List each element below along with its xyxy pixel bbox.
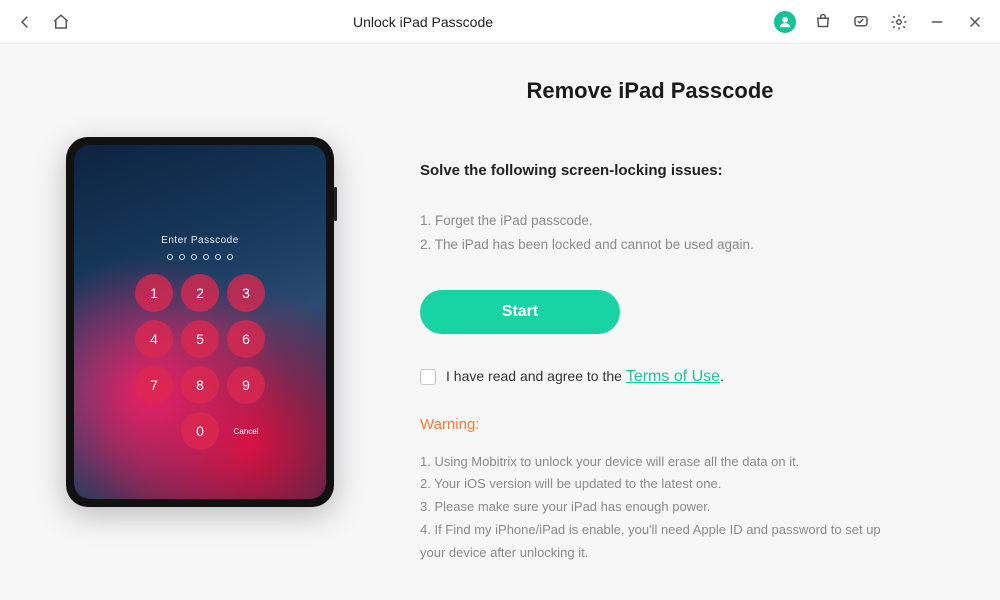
agree-suffix: . <box>720 368 724 384</box>
ipad-frame: Enter Passcode 1 2 3 4 5 6 7 8 9 0 Cance… <box>66 137 334 507</box>
warning-label: Warning: <box>420 416 940 433</box>
warnings-list: 1. Using Mobitrix to unlock your device … <box>420 451 900 565</box>
keypad-key: 4 <box>135 320 173 358</box>
warning-item: 4. If Find my iPhone/iPad is enable, you… <box>420 519 900 565</box>
page-subheading: Solve the following screen-locking issue… <box>420 162 940 179</box>
agree-row: I have read and agree to the Terms of Us… <box>420 368 940 386</box>
issues-list: 1. Forget the iPad passcode. 2. The iPad… <box>420 209 940 258</box>
ipad-side-button <box>334 187 337 221</box>
window-title: Unlock iPad Passcode <box>72 14 774 30</box>
warning-item: 2. Your iOS version will be updated to t… <box>420 473 900 496</box>
keypad-key: 8 <box>181 366 219 404</box>
ipad-screen: Enter Passcode 1 2 3 4 5 6 7 8 9 0 Cance… <box>74 145 326 499</box>
keypad: 1 2 3 4 5 6 7 8 9 0 Cancel <box>135 274 265 450</box>
agree-text: I have read and agree to the Terms of Us… <box>446 368 724 386</box>
back-button[interactable] <box>14 11 36 33</box>
page-heading: Remove iPad Passcode <box>360 78 940 104</box>
keypad-key: 3 <box>227 274 265 312</box>
keypad-key: 7 <box>135 366 173 404</box>
settings-icon[interactable] <box>888 11 910 33</box>
minimize-button[interactable] <box>926 11 948 33</box>
start-button[interactable]: Start <box>420 290 620 334</box>
agree-prefix: I have read and agree to the <box>446 368 626 384</box>
cart-icon[interactable] <box>812 11 834 33</box>
agree-checkbox[interactable] <box>420 369 436 385</box>
keypad-spacer <box>135 412 173 450</box>
enter-passcode-label: Enter Passcode <box>161 235 239 246</box>
titlebar: Unlock iPad Passcode <box>0 0 1000 44</box>
keypad-key: 1 <box>135 274 173 312</box>
feedback-icon[interactable] <box>850 11 872 33</box>
keypad-key: 9 <box>227 366 265 404</box>
close-button[interactable] <box>964 11 986 33</box>
warning-item: 3. Please make sure your iPad has enough… <box>420 496 900 519</box>
keypad-key: 0 <box>181 412 219 450</box>
issue-item: 1. Forget the iPad passcode. <box>420 209 940 233</box>
passcode-dots <box>167 254 233 260</box>
account-icon[interactable] <box>774 11 796 33</box>
keypad-key: 2 <box>181 274 219 312</box>
issue-item: 2. The iPad has been locked and cannot b… <box>420 233 940 257</box>
keypad-cancel: Cancel <box>227 412 265 450</box>
main-content: Enter Passcode 1 2 3 4 5 6 7 8 9 0 Cance… <box>0 44 1000 600</box>
terms-link[interactable]: Terms of Use <box>626 368 720 385</box>
home-button[interactable] <box>50 11 72 33</box>
keypad-key: 5 <box>181 320 219 358</box>
device-illustration: Enter Passcode 1 2 3 4 5 6 7 8 9 0 Cance… <box>0 44 400 600</box>
keypad-key: 6 <box>227 320 265 358</box>
right-pane: Remove iPad Passcode Solve the following… <box>400 44 1000 600</box>
warning-item: 1. Using Mobitrix to unlock your device … <box>420 451 900 474</box>
